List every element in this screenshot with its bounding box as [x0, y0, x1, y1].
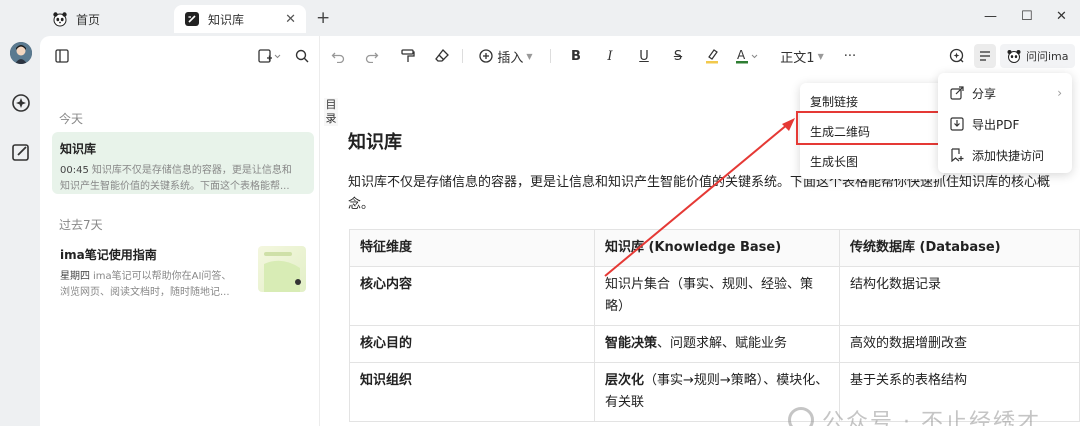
watermark-text: 公众号 · 不止经绣才	[822, 410, 1041, 426]
minimize-icon[interactable]: —	[984, 9, 997, 24]
tab-home[interactable]: 首页	[48, 5, 166, 33]
menu-item-export-pdf[interactable]: 导出PDF	[938, 109, 1072, 139]
share-icon	[950, 86, 964, 100]
notebook-icon	[184, 11, 200, 27]
export-icon	[950, 117, 964, 131]
wechat-logo-icon	[788, 407, 814, 426]
bookmark-icon	[950, 148, 964, 162]
menu-item-add-quick-access[interactable]: 添加快捷访问	[938, 140, 1072, 170]
maximize-icon[interactable]: ☐	[1021, 9, 1033, 24]
ai-assistant-icon[interactable]	[11, 93, 31, 113]
menu-item-generate-long-image[interactable]: 生成长图	[800, 146, 944, 176]
tab-knowledge-base[interactable]: 知识库 ✕	[174, 5, 306, 33]
menu-item-share-label: 分享	[972, 86, 997, 101]
main-panel: 今天 知识库 00:45 知识库不仅是存储信息的容器，更是让信息和 知识产生智能价…	[40, 36, 1080, 426]
note-edit-icon[interactable]	[11, 142, 31, 162]
close-tab-icon[interactable]: ✕	[285, 12, 296, 27]
tab-knowledge-base-label: 知识库	[208, 12, 245, 27]
menu-item-share[interactable]: 分享 ›	[938, 78, 1072, 108]
share-submenu: 复制链接 生成二维码 生成长图	[796, 83, 944, 179]
share-menu: 分享 › 导出PDF 添加快捷访问	[938, 73, 1072, 173]
menu-item-export-pdf-label: 导出PDF	[972, 117, 1020, 132]
menu-item-add-quick-access-label: 添加快捷访问	[972, 148, 1045, 163]
left-rail	[0, 36, 40, 426]
chevron-right-icon: ›	[1057, 86, 1062, 100]
tab-home-label: 首页	[76, 12, 101, 27]
title-bar: 首页 知识库 ✕ + — ☐ ✕	[0, 0, 1080, 36]
window-close-icon[interactable]: ✕	[1056, 9, 1067, 24]
watermark: 公众号 · 不止经绣才	[788, 404, 1041, 426]
panda-icon	[52, 11, 68, 27]
new-tab-icon[interactable]: +	[316, 8, 330, 28]
highlight-box	[796, 111, 942, 145]
avatar[interactable]	[10, 42, 32, 64]
